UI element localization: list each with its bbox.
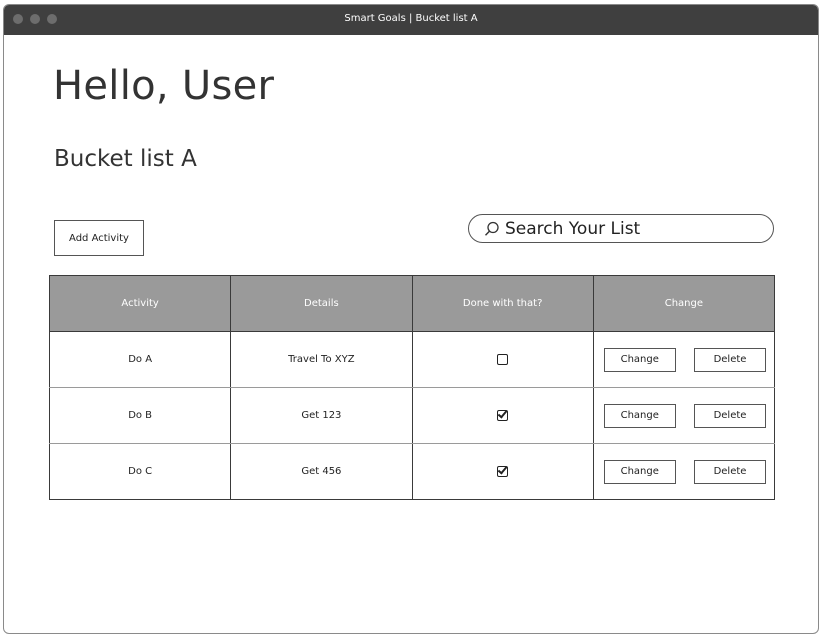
change-button[interactable]: Change xyxy=(603,459,676,484)
cell-change: Change Delete xyxy=(592,331,776,388)
cell-done xyxy=(411,331,594,388)
cell-details: Get 456 xyxy=(230,443,413,500)
list-title: Bucket list A xyxy=(54,146,197,172)
page-title: Hello, User xyxy=(53,63,275,109)
delete-button[interactable]: Delete xyxy=(694,347,766,372)
activities-table: Activity Details Done with that? Change … xyxy=(48,275,776,500)
table-row: Do A Travel To XYZ Change Delete xyxy=(48,331,776,388)
search-icon xyxy=(483,220,501,238)
search-input[interactable] xyxy=(505,218,755,239)
cell-change: Change Delete xyxy=(592,443,776,500)
cell-details: Travel To XYZ xyxy=(230,331,413,388)
table-row: Do B Get 123 Change Delete xyxy=(48,387,776,444)
delete-button[interactable]: Delete xyxy=(694,403,766,428)
column-header-activity: Activity xyxy=(48,275,232,332)
add-activity-button[interactable]: Add Activity xyxy=(54,220,144,256)
table-header-row: Activity Details Done with that? Change xyxy=(48,275,776,332)
title-bar: Smart Goals | Bucket list A xyxy=(4,5,818,35)
cell-details: Get 123 xyxy=(230,387,413,444)
done-checkbox[interactable] xyxy=(497,353,509,365)
cell-done xyxy=(411,443,594,500)
cell-done xyxy=(411,387,594,444)
change-button[interactable]: Change xyxy=(603,403,676,428)
delete-button[interactable]: Delete xyxy=(694,459,766,484)
column-header-details: Details xyxy=(230,275,413,332)
cell-change: Change Delete xyxy=(592,387,776,444)
cell-activity: Do C xyxy=(48,443,232,500)
column-header-done: Done with that? xyxy=(411,275,594,332)
done-checkbox[interactable] xyxy=(497,465,509,477)
done-checkbox[interactable] xyxy=(497,409,509,421)
column-header-change: Change xyxy=(592,275,776,332)
cell-activity: Do A xyxy=(48,331,232,388)
table-row: Do C Get 456 Change Delete xyxy=(48,443,776,500)
search-box[interactable] xyxy=(468,214,774,243)
cell-activity: Do B xyxy=(48,387,232,444)
change-button[interactable]: Change xyxy=(603,347,676,372)
app-window: Smart Goals | Bucket list A Hello, User … xyxy=(3,4,819,634)
window-title: Smart Goals | Bucket list A xyxy=(344,13,478,24)
